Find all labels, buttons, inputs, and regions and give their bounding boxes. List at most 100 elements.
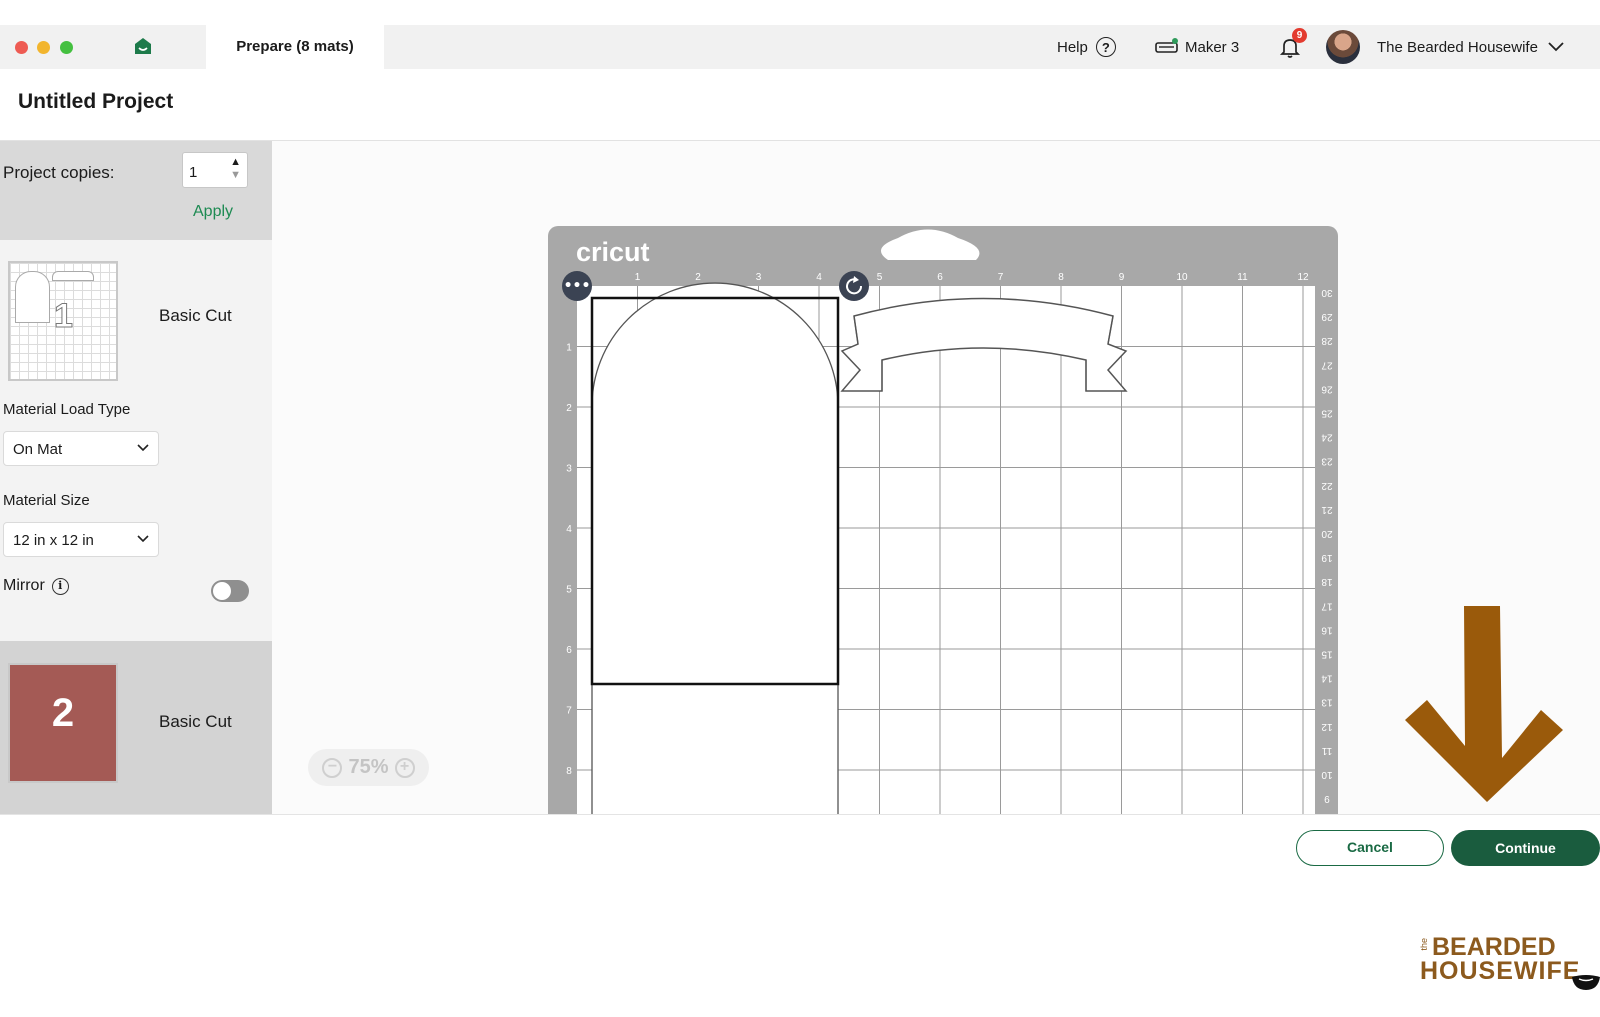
down-arrow-annotation-icon [1405, 606, 1563, 802]
ruler-tick-label: 15 [1321, 649, 1333, 660]
notification-badge: 9 [1292, 28, 1307, 43]
watermark-small-text: the [1419, 938, 1429, 951]
zoom-out-icon[interactable]: − [322, 757, 343, 778]
close-window-button[interactable] [15, 41, 28, 54]
ruler-tick-label: 21 [1321, 504, 1333, 515]
question-icon: ? [1095, 37, 1116, 57]
ruler-tick-label: 26 [1321, 383, 1333, 394]
toggle-knob [213, 582, 231, 600]
mat-thumbnail-2[interactable]: 2 [8, 663, 118, 783]
project-copies-panel: Project copies: 1 ▲ ▼ Apply [0, 141, 272, 240]
zoom-window-button[interactable] [60, 41, 73, 54]
arch-shape[interactable] [591, 282, 839, 814]
ruler-tick-label: 11 [1321, 745, 1332, 756]
zoom-level: 75% [348, 756, 389, 778]
ruler-tick-label: 6 [566, 645, 572, 656]
tab-prepare[interactable]: Prepare (8 mats) [206, 25, 384, 69]
ruler-tick-label: 3 [756, 272, 762, 283]
ruler-tick-label: 17 [1321, 600, 1333, 611]
mat-row-2[interactable]: 2 Basic Cut [0, 641, 272, 814]
mat-thumbnail-1[interactable]: 1 [8, 261, 118, 381]
copies-value: 1 [189, 164, 198, 181]
mat-2-cut-type: Basic Cut [159, 712, 232, 731]
decrement-arrow-icon[interactable]: ▼ [230, 169, 241, 181]
mirror-row: Mirror i [3, 577, 69, 595]
beard-icon [1572, 975, 1600, 990]
chevron-down-icon [137, 444, 149, 452]
material-size-select[interactable]: 12 in x 12 in [3, 522, 159, 557]
continue-button[interactable]: Continue [1451, 830, 1600, 866]
mat-number: 2 [51, 691, 75, 735]
ruler-tick-label: 20 [1321, 528, 1333, 539]
info-icon[interactable]: i [51, 577, 69, 595]
machine-selector[interactable]: Maker 3 [1155, 25, 1239, 69]
ruler-tick-label: 9 [1324, 793, 1330, 804]
copies-input[interactable]: 1 ▲ ▼ [182, 152, 248, 188]
material-load-type-label: Material Load Type [3, 401, 131, 418]
ruler-tick-label: 22 [1321, 480, 1333, 491]
account-menu[interactable]: The Bearded Housewife [1377, 25, 1564, 69]
chevron-down-icon [1548, 42, 1564, 52]
ruler-tick-label: 29 [1321, 311, 1333, 322]
ruler-tick-label: 4 [816, 272, 822, 283]
ruler-tick-label: 4 [566, 524, 572, 535]
avatar[interactable] [1326, 30, 1360, 64]
ruler-tick-label: 1 [566, 343, 572, 354]
mat-1-cut-type: Basic Cut [159, 306, 232, 325]
material-load-type-select[interactable]: On Mat [3, 431, 159, 466]
ellipsis-icon: ••• [564, 278, 591, 294]
mirror-label: Mirror [3, 577, 45, 594]
ruler-tick-label: 8 [566, 766, 572, 777]
ruler-tick-label: 23 [1321, 456, 1333, 467]
ruler-tick-label: 24 [1321, 432, 1333, 443]
ruler-tick-label: 16 [1321, 624, 1333, 635]
thumb-arch-shape [15, 271, 50, 323]
ruler-tick-label: 1 [635, 272, 641, 283]
ruler-tick-label: 7 [566, 706, 572, 717]
ruler-tick-label: 7 [998, 272, 1004, 283]
ruler-tick-label: 28 [1321, 335, 1333, 346]
apply-button[interactable]: Apply [193, 203, 233, 221]
ruler-tick-label: 13 [1321, 697, 1333, 708]
footer-divider [0, 814, 1600, 815]
ruler-tick-label: 5 [566, 585, 572, 596]
ruler-tick-label: 10 [1176, 272, 1188, 283]
chevron-down-icon [137, 535, 149, 543]
ruler-tick-label: 30 [1321, 287, 1333, 298]
cancel-button[interactable]: Cancel [1296, 830, 1444, 866]
material-load-type-value: On Mat [13, 441, 63, 458]
ruler-tick-label: 18 [1321, 576, 1333, 587]
watermark-line-2: HOUSEWIFE [1420, 957, 1581, 985]
ruler-tick-label: 9 [1119, 272, 1125, 283]
cutting-machine-icon [1155, 38, 1178, 53]
zoom-control[interactable]: − 75% + [308, 749, 429, 786]
ruler-tick-label: 11 [1237, 272, 1248, 283]
material-size-value: 12 in x 12 in [13, 532, 94, 549]
ruler-tick-label: 10 [1321, 769, 1333, 780]
mat-brand: cricut [576, 237, 650, 267]
ruler-tick-label: 8 [1058, 272, 1064, 283]
ruler-tick-label: 12 [1297, 272, 1309, 283]
page-title: Untitled Project [18, 90, 174, 113]
mat-number: 1 [54, 297, 74, 336]
mat-sidebar: Project copies: 1 ▲ ▼ Apply 1 Basic Cut … [0, 141, 272, 814]
ruler-tick-label: 25 [1321, 408, 1333, 419]
mirror-toggle[interactable] [211, 580, 249, 602]
zoom-in-icon[interactable]: + [394, 757, 415, 778]
thumb-banner-shape [52, 271, 94, 281]
copies-label: Project copies: [3, 163, 115, 182]
ruler-tick-label: 14 [1321, 673, 1333, 684]
title-bar: Prepare (8 mats) Help ? Maker 3 9 The Be… [0, 25, 1600, 69]
machine-label: Maker 3 [1185, 38, 1240, 56]
help-button[interactable]: Help ? [1057, 25, 1116, 69]
home-icon[interactable] [133, 36, 153, 56]
ruler-tick-label: 6 [937, 272, 943, 283]
ruler-tick-label: 3 [566, 464, 572, 475]
rotate-handle[interactable] [839, 271, 869, 301]
ruler-tick-label: 19 [1321, 552, 1333, 563]
ruler-tick-label: 5 [877, 272, 883, 283]
ruler-tick-label: 2 [566, 403, 572, 414]
minimize-window-button[interactable] [37, 41, 50, 54]
ruler-tick-label: 12 [1321, 721, 1333, 732]
increment-arrow-icon[interactable]: ▲ [230, 156, 241, 168]
